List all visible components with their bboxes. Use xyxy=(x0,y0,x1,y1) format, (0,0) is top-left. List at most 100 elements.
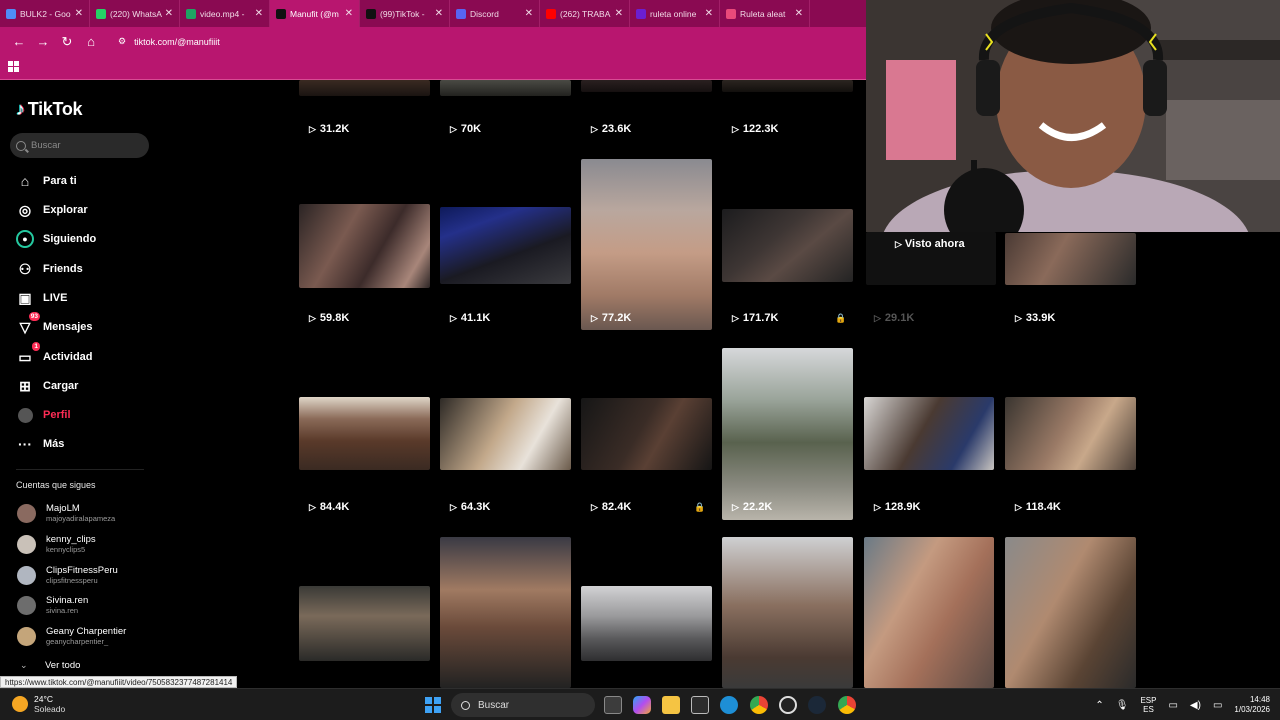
browser-tab[interactable]: BULK2 - Goo ✕ xyxy=(0,0,90,27)
following-account[interactable]: kenny_clips kennyclips5 xyxy=(17,532,96,556)
video-thumbnail[interactable] xyxy=(722,348,853,520)
video-thumbnail[interactable] xyxy=(581,159,712,330)
nav-actividad[interactable]: ▭ 1 Actividad xyxy=(16,342,93,367)
browser-tab[interactable]: Discord ✕ xyxy=(450,0,540,27)
video-thumbnail[interactable] xyxy=(299,397,430,470)
following-account[interactable]: MajoLM majoyadiralapameza xyxy=(17,501,115,525)
video-thumbnail[interactable] xyxy=(440,398,571,470)
taskbar-search[interactable]: Buscar xyxy=(451,693,595,717)
browser-tab[interactable]: (99)TikTok - ✕ xyxy=(360,0,450,27)
copilot-icon[interactable] xyxy=(633,696,651,714)
close-icon[interactable]: ✕ xyxy=(615,8,623,19)
video-thumbnail[interactable] xyxy=(440,80,571,96)
activity-badge: 1 xyxy=(32,342,40,351)
network-icon[interactable]: ▭ xyxy=(1168,700,1177,711)
chrome-profile-icon[interactable] xyxy=(838,696,856,714)
see-all-link[interactable]: Ver todo xyxy=(45,660,80,671)
video-thumbnail[interactable] xyxy=(722,209,853,282)
play-icon: ▷ xyxy=(1015,312,1022,323)
video-thumbnail[interactable] xyxy=(1005,397,1136,470)
language-indicator[interactable]: ESP ES xyxy=(1140,696,1156,714)
video-thumbnail[interactable] xyxy=(581,398,712,470)
video-thumbnail[interactable] xyxy=(440,207,571,284)
obs-icon[interactable] xyxy=(779,696,797,714)
video-thumbnail[interactable] xyxy=(440,537,571,688)
view-count-text: 70K xyxy=(460,123,482,135)
browser-tab[interactable]: (220) WhatsA ✕ xyxy=(90,0,180,27)
reload-icon[interactable]: ↻ xyxy=(56,31,78,53)
steam-icon[interactable] xyxy=(808,696,826,714)
following-account[interactable]: Geany Charpentier geanycharpentier_ xyxy=(17,624,126,648)
apps-grid-icon[interactable] xyxy=(8,61,19,72)
video-thumbnail[interactable] xyxy=(581,80,712,92)
close-icon[interactable]: ✕ xyxy=(345,8,353,19)
close-icon[interactable]: ✕ xyxy=(255,8,263,19)
battery-icon[interactable]: ▭ xyxy=(1213,700,1222,711)
close-icon[interactable]: ✕ xyxy=(525,8,533,19)
chevron-up-icon[interactable]: ⌃ xyxy=(1095,700,1103,711)
browser-tab[interactable]: ruleta online ✕ xyxy=(630,0,720,27)
site-info-icon[interactable]: ⚙ xyxy=(118,36,126,47)
edge-icon[interactable] xyxy=(720,696,738,714)
volume-icon[interactable]: ◀) xyxy=(1190,700,1201,711)
nav-siguiendo[interactable]: ● Siguiendo xyxy=(16,229,96,249)
nav-para-ti[interactable]: ⌂ Para ti xyxy=(16,171,77,191)
close-icon[interactable]: ✕ xyxy=(435,8,443,19)
video-thumbnail[interactable] xyxy=(299,80,430,96)
video-thumbnail[interactable] xyxy=(581,586,712,661)
close-icon[interactable]: ✕ xyxy=(795,8,803,19)
forward-icon[interactable]: → xyxy=(32,31,54,53)
nav-explorar[interactable]: ◎ Explorar xyxy=(16,200,88,220)
file-explorer-icon[interactable] xyxy=(662,696,680,714)
windows-start-icon[interactable] xyxy=(425,697,441,713)
browser-tab-bar: BULK2 - Goo ✕ (220) WhatsA ✕ video.mp4 - ✕ … xyxy=(0,0,866,27)
language-bottom: ES xyxy=(1143,705,1154,714)
task-view-icon[interactable] xyxy=(604,696,622,714)
video-thumbnail[interactable] xyxy=(864,537,994,688)
browser-tab[interactable]: (262) TRABA ✕ xyxy=(540,0,630,27)
nav-friends[interactable]: ⚇ Friends xyxy=(16,259,83,279)
following-account[interactable]: Sivina.ren sivina.ren xyxy=(17,593,88,617)
video-thumbnail[interactable] xyxy=(1005,537,1136,688)
video-thumbnail[interactable] xyxy=(299,586,430,661)
view-count-text: 77.2K xyxy=(601,312,632,324)
microphone-icon[interactable]: 🎙 xyxy=(1116,700,1129,711)
chrome-icon[interactable] xyxy=(750,696,768,714)
browser-tab[interactable]: Ruleta aleat ✕ xyxy=(720,0,810,27)
video-thumbnail[interactable] xyxy=(722,537,853,688)
close-icon[interactable]: ✕ xyxy=(75,8,83,19)
video-thumbnail[interactable] xyxy=(1005,233,1136,285)
url-field[interactable]: ⚙ tiktok.com/@manufiiit xyxy=(118,36,220,47)
play-icon: ▷ xyxy=(450,123,457,134)
nav-live[interactable]: ▣ LIVE xyxy=(16,288,67,308)
nav-mensajes[interactable]: ▽ 93 Mensajes xyxy=(16,312,93,337)
play-icon: ▷ xyxy=(591,501,598,512)
nav-perfil[interactable]: Perfil xyxy=(16,405,71,425)
close-icon[interactable]: ✕ xyxy=(165,8,173,19)
video-thumbnail[interactable] xyxy=(299,204,430,288)
view-count-text: 22.2K xyxy=(742,501,773,513)
video-thumbnail[interactable] xyxy=(864,397,994,470)
nav-mas[interactable]: ··· Más xyxy=(16,434,64,454)
avatar xyxy=(17,595,36,615)
weather-widget[interactable]: 24°C Soleado xyxy=(12,694,65,714)
search-input[interactable]: Buscar xyxy=(10,133,149,158)
view-count-text: 82.4K xyxy=(601,501,632,513)
tiktok-logo[interactable]: ♪ TikTok xyxy=(16,99,83,120)
video-thumbnail[interactable] xyxy=(722,80,853,92)
following-account[interactable]: ClipsFitnessPeru clipsfitnessperu xyxy=(17,563,118,587)
nav-cargar[interactable]: ⊞ Cargar xyxy=(16,376,78,396)
store-icon[interactable] xyxy=(691,696,709,714)
view-count-text: 84.4K xyxy=(319,501,350,513)
clock[interactable]: 14:48 1/03/2026 xyxy=(1234,695,1270,715)
browser-tab-active[interactable]: Manufit (@m ✕ xyxy=(270,0,360,27)
browser-tab[interactable]: video.mp4 - ✕ xyxy=(180,0,270,27)
live-icon: ▣ xyxy=(18,289,32,306)
play-icon: ▷ xyxy=(1015,501,1022,512)
tab-favicon xyxy=(366,8,376,19)
home-button-icon[interactable]: ⌂ xyxy=(80,31,102,53)
tab-label: ruleta online xyxy=(650,8,697,19)
close-icon[interactable]: ✕ xyxy=(705,8,713,19)
back-icon[interactable]: ← xyxy=(8,31,30,53)
view-count: ▷ 29.1K xyxy=(874,312,914,324)
